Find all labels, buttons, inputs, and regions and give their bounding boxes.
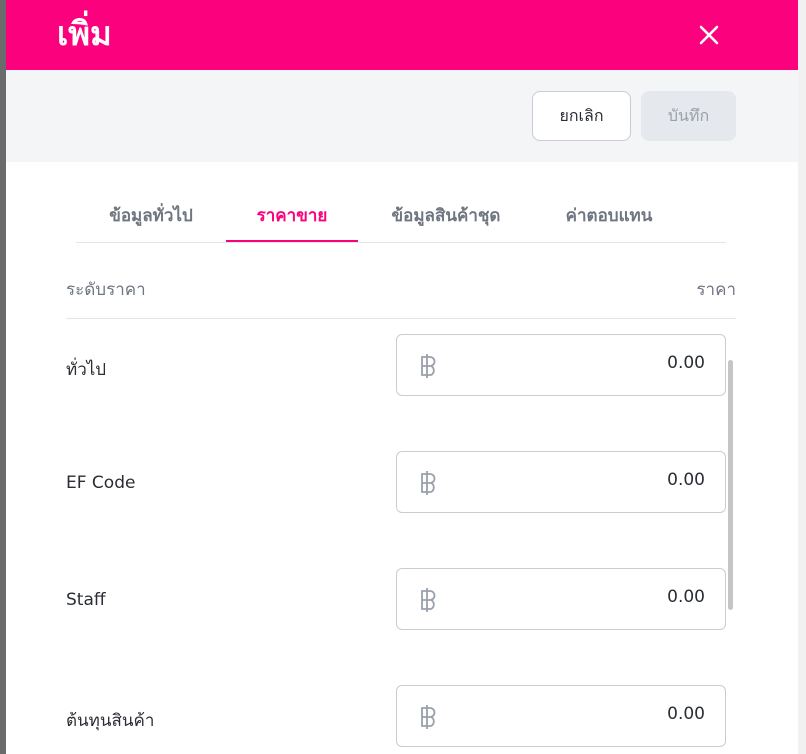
- price-row-label: EF Code: [66, 473, 136, 493]
- price-input[interactable]: 0.00: [396, 685, 726, 747]
- price-value: 0.00: [667, 470, 705, 490]
- tab-selling-price[interactable]: ราคาขาย: [226, 190, 358, 242]
- tab-commission[interactable]: ค่าตอบแทน: [534, 190, 684, 241]
- price-value: 0.00: [667, 587, 705, 607]
- price-value: 0.00: [667, 704, 705, 724]
- price-input[interactable]: 0.00: [396, 568, 726, 630]
- price-table-header: ระดับราคา ราคา: [66, 268, 736, 319]
- save-button[interactable]: บันทึก: [641, 91, 736, 141]
- price-row-label: ทั่วไป: [66, 360, 107, 380]
- price-input[interactable]: 0.00: [396, 334, 726, 396]
- price-row-label: Staff: [66, 590, 106, 610]
- price-input[interactable]: 0.00: [396, 451, 726, 513]
- action-bar: ยกเลิก บันทึก: [6, 70, 798, 162]
- price-header: ราคา: [696, 280, 736, 300]
- tab-bundle-info[interactable]: ข้อมูลสินค้าชุด: [358, 190, 534, 241]
- baht-icon: [421, 588, 436, 612]
- add-dialog: เพิ่ม ยกเลิก บันทึก ข้อมูลทั่วไป ราคาขาย…: [6, 0, 798, 754]
- baht-icon: [421, 705, 436, 729]
- scrollbar-thumb[interactable]: [728, 360, 733, 610]
- close-icon: [699, 25, 719, 45]
- tab-bar: ข้อมูลทั่วไป ราคาขาย ข้อมูลสินค้าชุด ค่า…: [76, 190, 726, 243]
- window-edge: [798, 0, 806, 754]
- price-row-label: ต้นทุนสินค้า: [66, 711, 155, 731]
- cancel-button[interactable]: ยกเลิก: [532, 91, 631, 141]
- baht-icon: [421, 354, 436, 378]
- price-value: 0.00: [667, 353, 705, 373]
- price-level-header: ระดับราคา: [66, 280, 146, 300]
- dialog-title: เพิ่ม: [57, 14, 112, 53]
- dialog-header: เพิ่ม: [6, 0, 798, 70]
- close-button[interactable]: [692, 18, 726, 52]
- baht-icon: [421, 471, 436, 495]
- tab-general-info[interactable]: ข้อมูลทั่วไป: [76, 190, 226, 241]
